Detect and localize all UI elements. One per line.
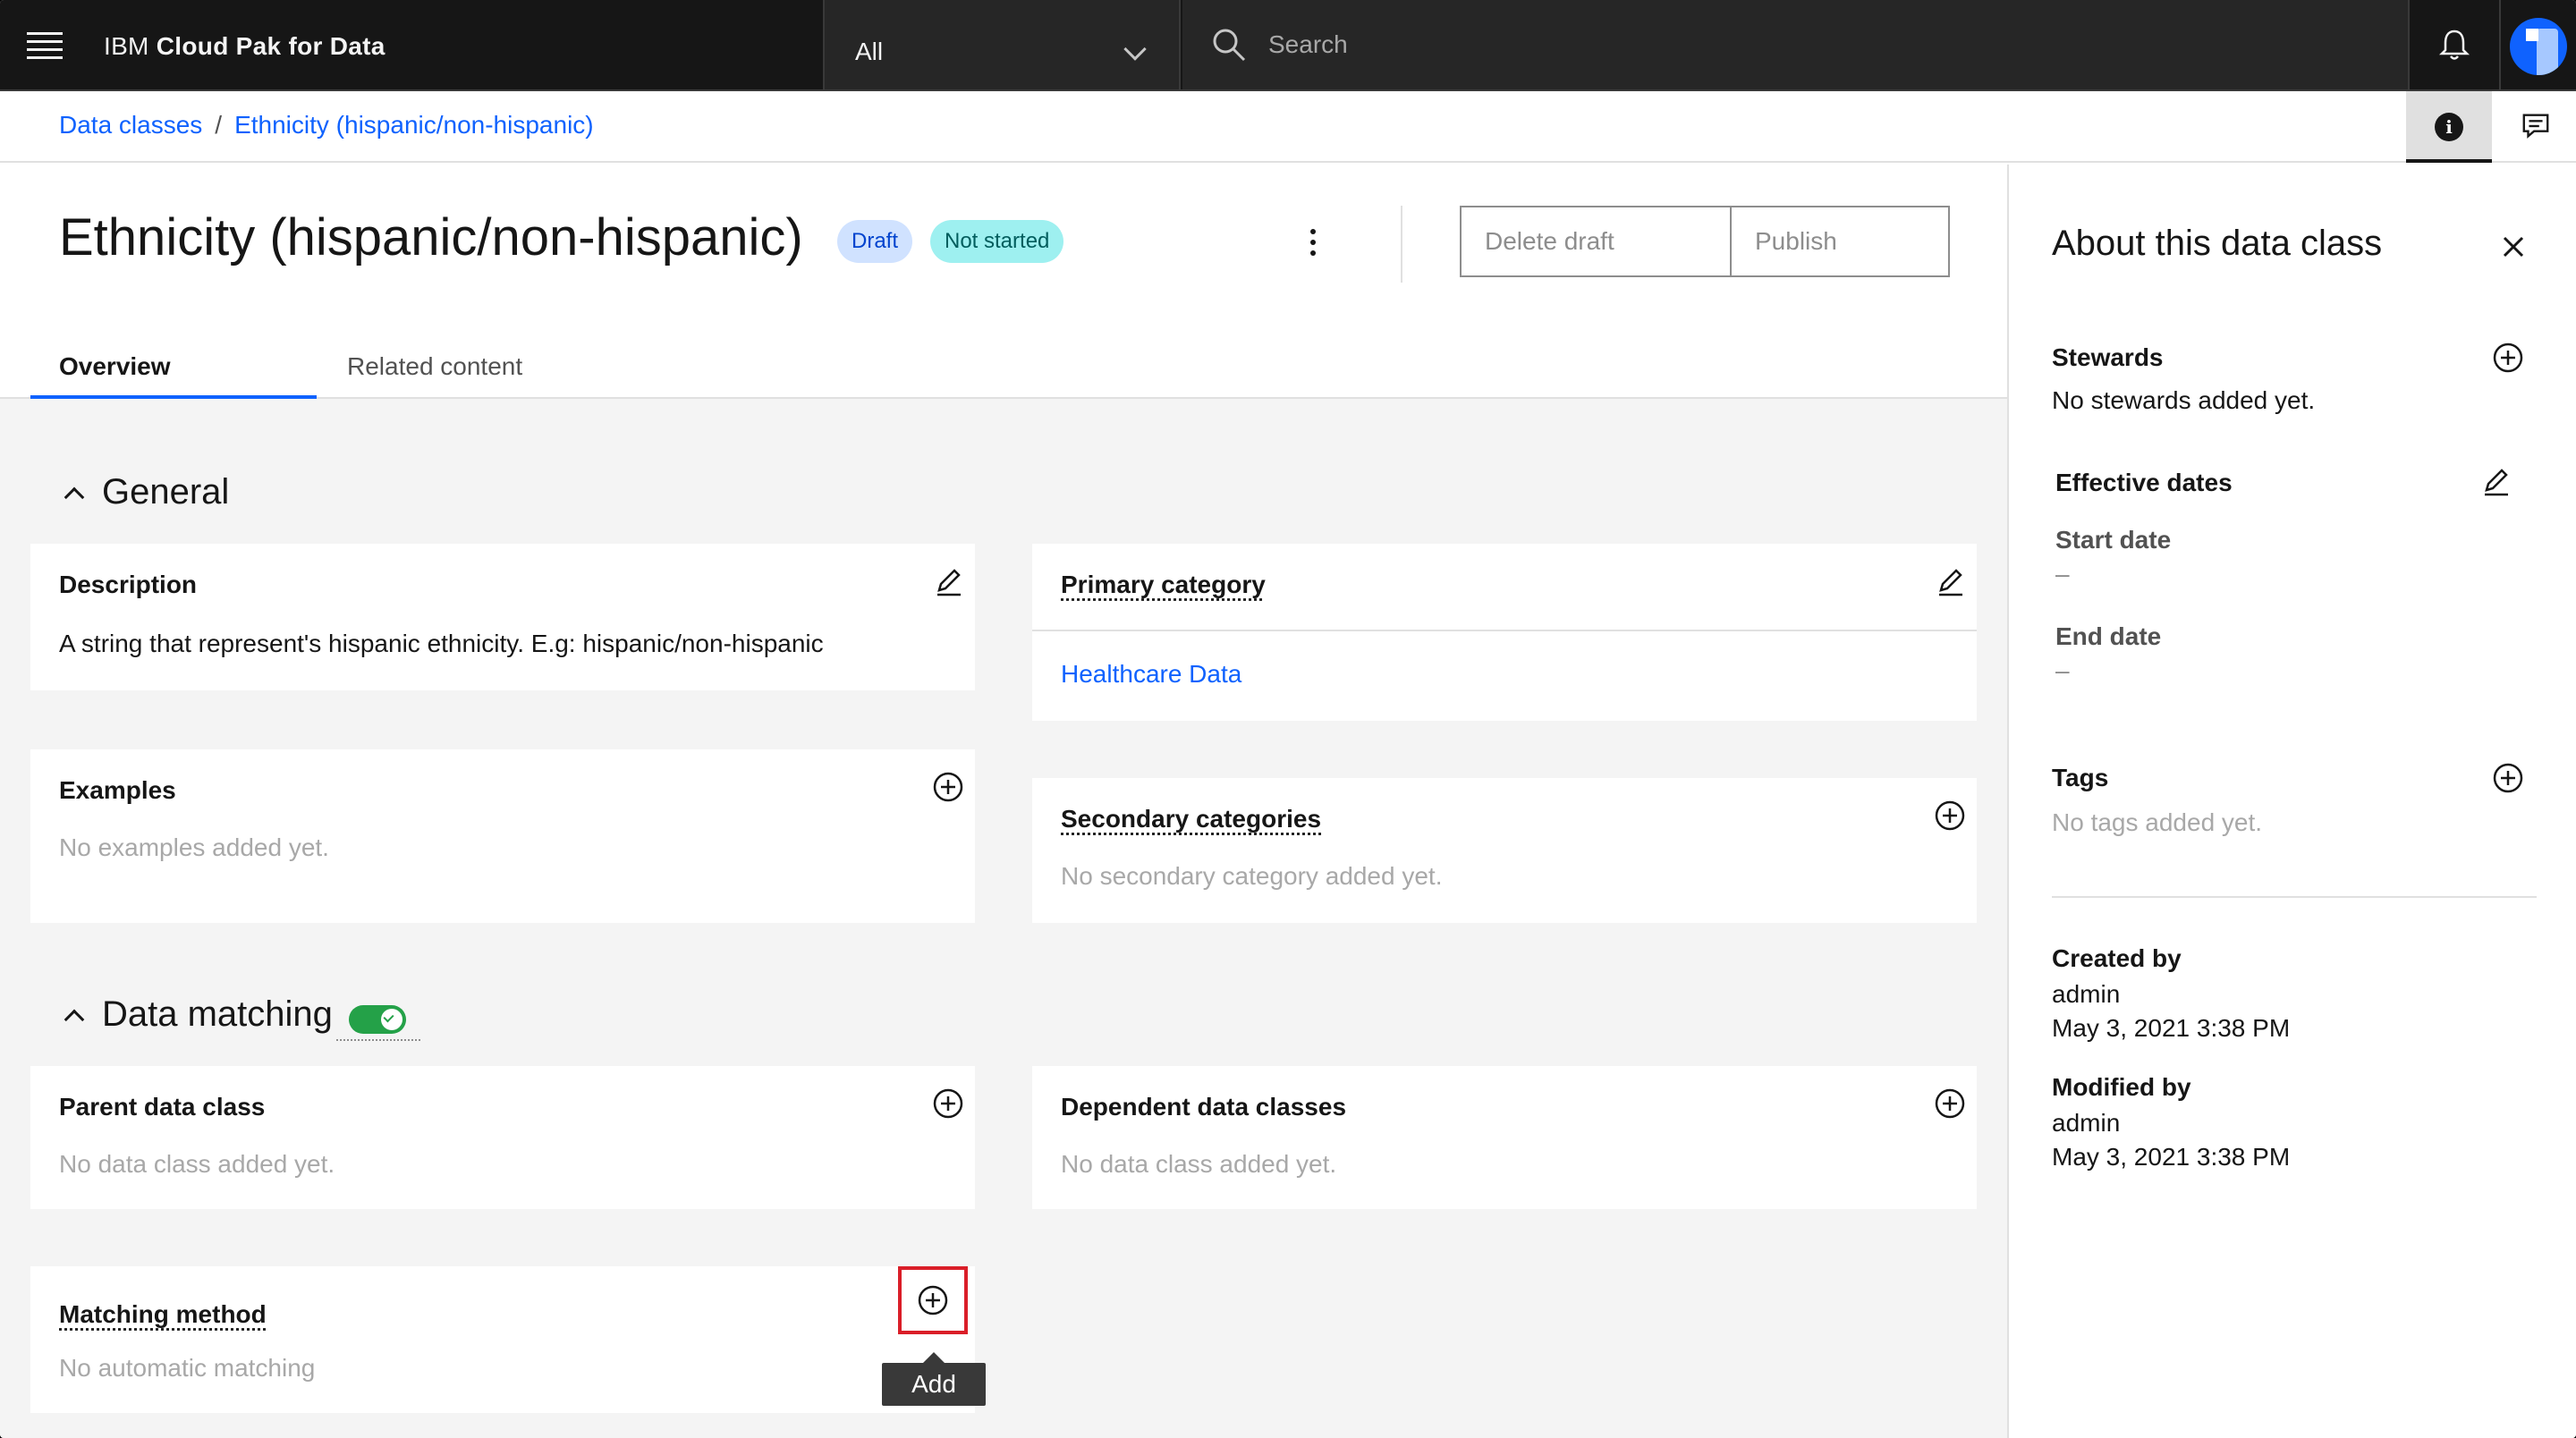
tab-related-content[interactable]: Related content [318,340,605,399]
delete-draft-button[interactable]: Delete draft [1460,206,1732,277]
publish-button[interactable]: Publish [1730,206,1950,277]
primary-category-heading: Primary category [1061,571,1266,598]
effective-dates-label: Effective dates [2055,469,2233,496]
add-icon[interactable] [930,769,966,805]
tags-label: Tags [2052,764,2109,791]
description-value: A string that represent's hispanic ethni… [59,630,824,657]
examples-heading: Examples [59,776,176,804]
description-card: Description A string that represent's hi… [30,544,975,690]
start-date-label: Start date [2055,526,2172,554]
status-badge-draft: Draft [837,220,913,263]
about-panel: About this data class Stewards No stewar… [2007,165,2576,1438]
created-by-user: admin [2052,980,2121,1008]
matching-method-heading: Matching method [59,1300,267,1328]
search-input[interactable] [1268,23,2342,66]
dependent-data-classes-heading: Dependent data classes [1061,1093,1347,1121]
panel-divider [2052,896,2537,898]
section-data-matching-title: Data matching [102,994,333,1034]
add-icon[interactable] [1932,798,1968,833]
secondary-categories-empty-text: No secondary category added yet. [1061,862,1443,890]
add-icon[interactable] [915,1282,951,1318]
avatar [2510,18,2567,75]
examples-card: Examples No examples added yet. [30,749,975,923]
description-heading: Description [59,571,198,598]
parent-data-class-empty-text: No data class added yet. [59,1150,335,1178]
add-tooltip: Add [882,1352,986,1406]
user-menu-button[interactable] [2499,0,2576,89]
edit-dates-icon[interactable] [2478,463,2513,499]
parent-data-class-heading: Parent data class [59,1093,266,1121]
add-steward-icon[interactable] [2490,340,2526,376]
add-icon[interactable] [930,1086,966,1121]
end-date-value: – [2055,656,2070,684]
comment-icon [2522,114,2549,139]
menu-icon[interactable] [27,32,63,59]
main-content: Ethnicity (hispanic/non-hispanic) Draft … [0,165,2007,1438]
collapse-general-icon[interactable] [64,486,85,508]
brand-name[interactable]: IBM Cloud Pak for Data [104,32,386,61]
status-badge-not-started: Not started [930,220,1064,263]
modified-by-date: May 3, 2021 3:38 PM [2052,1143,2291,1171]
scope-selected-value: All [855,38,884,65]
breadcrumb-separator: / [215,111,223,139]
add-icon[interactable] [1932,1086,1968,1121]
info-panel-toggle[interactable]: i [2406,91,2492,163]
card-divider [1032,630,1977,631]
comments-panel-toggle[interactable] [2496,91,2576,163]
end-date-label: End date [2055,622,2162,650]
section-general-title: General [102,472,230,512]
data-matching-toggle[interactable] [349,1005,406,1034]
created-by-date: May 3, 2021 3:38 PM [2052,1014,2291,1042]
secondary-categories-card: Secondary categories No secondary catego… [1032,778,1977,923]
search-bar [1182,0,2408,89]
chevron-down-icon [1123,38,1147,61]
breadcrumb-bar: Data classes / Ethnicity (hispanic/non-his… [0,91,2576,163]
modified-by-label: Modified by [2052,1073,2191,1101]
panel-title: About this data class [2052,224,2383,263]
notification-button[interactable] [2408,0,2497,89]
secondary-categories-heading: Secondary categories [1061,805,1322,833]
matching-method-empty-text: No automatic matching [59,1354,316,1382]
brand-product: Cloud Pak for Data [156,32,386,60]
examples-empty-text: No examples added yet. [59,833,329,861]
stewards-label: Stewards [2052,343,2164,371]
divider [1401,206,1402,283]
breadcrumb-current[interactable]: Ethnicity (hispanic/non-hispanic) [234,111,594,139]
close-icon[interactable] [2497,231,2529,263]
primary-category-card: Primary category Healthcare Data [1032,544,1977,721]
info-icon: i [2435,113,2463,141]
page-header: Ethnicity (hispanic/non-hispanic) Draft … [0,165,2007,399]
overflow-menu-icon[interactable] [1297,224,1329,268]
app-window: IBM Cloud Pak for Data All Data class [0,0,2576,1438]
edit-icon[interactable] [1932,563,1968,599]
tags-value: No tags added yet. [2052,808,2263,836]
brand-prefix: IBM [104,32,149,60]
top-header: IBM Cloud Pak for Data All [0,0,2576,91]
modified-by-user: admin [2052,1109,2121,1137]
bell-icon [2438,30,2470,60]
primary-category-link[interactable]: Healthcare Data [1061,660,1241,689]
tab-overview[interactable]: Overview [30,340,317,399]
scope-dropdown[interactable]: All [823,0,1181,89]
search-icon[interactable] [1211,27,1247,63]
add-tag-icon[interactable] [2490,760,2526,796]
stewards-value: No stewards added yet. [2052,386,2316,414]
dependent-data-classes-card: Dependent data classes No data class add… [1032,1066,1977,1209]
created-by-label: Created by [2052,944,2182,972]
edit-icon[interactable] [930,563,966,599]
start-date-value: – [2055,560,2070,588]
page-title: Ethnicity (hispanic/non-hispanic) [59,208,803,266]
dependent-data-classes-empty-text: No data class added yet. [1061,1150,1337,1178]
breadcrumb: Data classes / Ethnicity (hispanic/non-his… [59,111,594,140]
toggle-underline [336,1039,420,1041]
matching-method-card: Matching method No automatic matching [30,1266,975,1413]
breadcrumb-data-classes[interactable]: Data classes [59,111,202,139]
parent-data-class-card: Parent data class No data class added ye… [30,1066,975,1209]
collapse-data-matching-icon[interactable] [64,1009,85,1030]
